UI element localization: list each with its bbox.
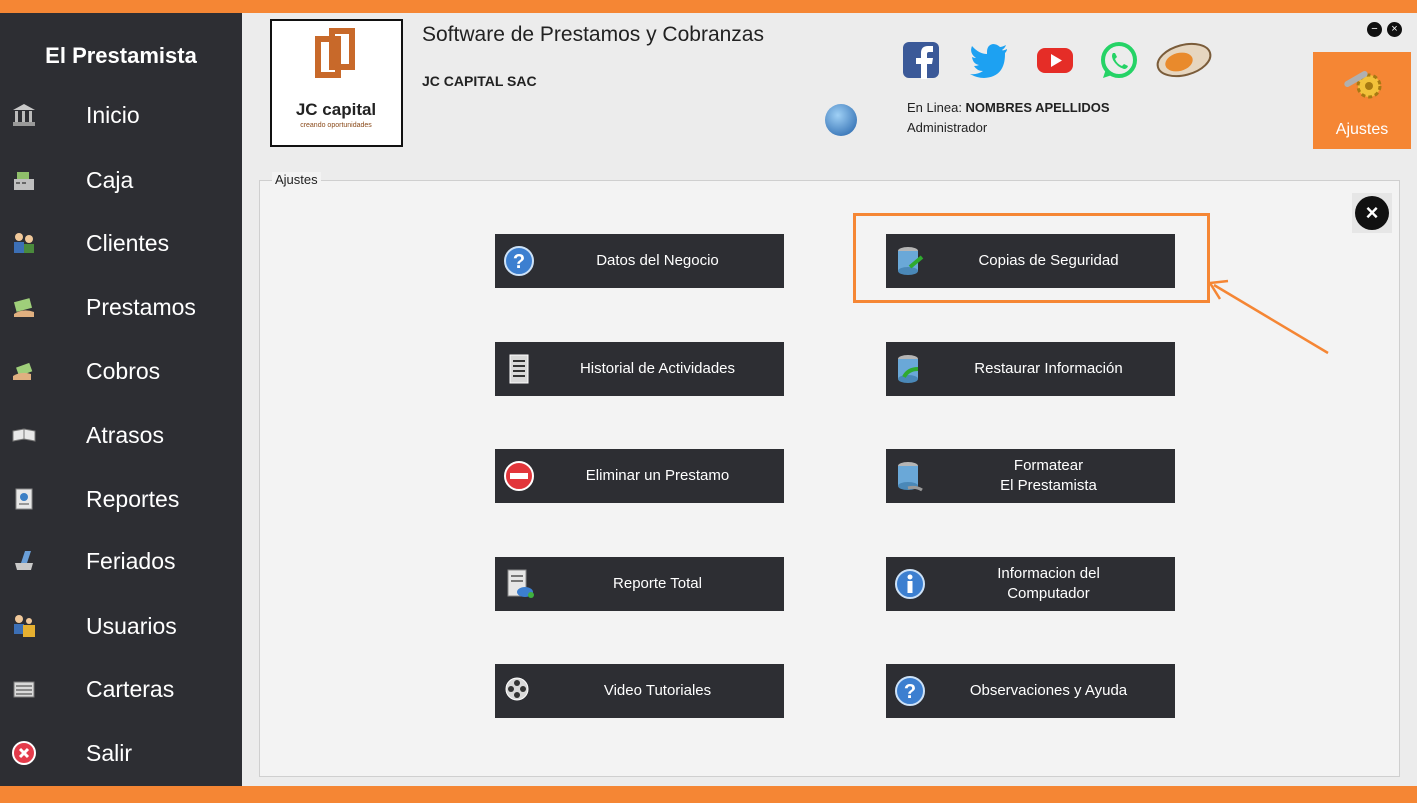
gear-icon (1341, 64, 1385, 107)
sidebar-item-label: Inicio (86, 101, 140, 128)
format-app-button[interactable]: Formatear El Prestamista (886, 449, 1175, 503)
main-area: JC capital creando oportunidades Softwar… (242, 13, 1417, 786)
panel-title: Ajustes (272, 172, 321, 187)
cash-register-icon (10, 166, 38, 194)
sidebar-item-label: Caja (86, 166, 134, 193)
video-tutorials-button[interactable]: Video Tutoriales (495, 664, 784, 718)
sidebar-item-label: Salir (86, 739, 133, 766)
sidebar-item-label: Prestamos (86, 293, 196, 320)
observations-help-button[interactable]: ? Observaciones y Ayuda (886, 664, 1175, 718)
portfolio-icon (10, 675, 38, 703)
sidebar-item-label: Usuarios (86, 612, 177, 639)
settings-label: Ajustes (1335, 121, 1389, 138)
online-status: En Linea: NOMBRES APELLIDOS (907, 100, 1110, 115)
business-data-button[interactable]: ? Datos del Negocio (495, 234, 784, 288)
exit-icon (10, 739, 38, 767)
film-icon (503, 675, 535, 707)
company-logo: JC capital creando oportunidades (270, 19, 403, 147)
sidebar-item-clientes[interactable]: Clientes (0, 215, 242, 271)
sidebar-item-label: Clientes (86, 229, 170, 256)
facebook-icon[interactable] (902, 41, 940, 79)
sidebar-item-cobros[interactable]: Cobros (0, 343, 242, 399)
youtube-icon[interactable] (1035, 41, 1073, 79)
logo-brand: JC capital (296, 100, 376, 119)
restore-info-button[interactable]: Restaurar Información (886, 342, 1175, 396)
delete-icon (503, 460, 535, 492)
users-icon (10, 612, 38, 640)
close-icon: × (1355, 196, 1389, 230)
sidebar-item-salir[interactable]: Salir (0, 725, 242, 781)
sidebar: El Prestamista Inicio Caja Clientes Pres… (0, 13, 242, 786)
button-label: Eliminar un Prestamo (585, 467, 730, 484)
button-label: Informacion del Computador (997, 565, 1100, 602)
sidebar-item-carteras[interactable]: Carteras (0, 661, 242, 717)
activity-history-button[interactable]: Historial de Actividades (495, 342, 784, 396)
total-report-button[interactable]: Reporte Total (495, 557, 784, 611)
sidebar-item-prestamos[interactable]: Prestamos (0, 279, 242, 335)
sidebar-item-label: Cobros (86, 357, 161, 384)
button-label: Observaciones y Ayuda (969, 682, 1128, 699)
header: JC capital creando oportunidades Softwar… (242, 13, 1417, 150)
clients-icon (10, 229, 38, 257)
sidebar-item-inicio[interactable]: Inicio (0, 87, 242, 143)
minimize-icon[interactable]: − (1367, 22, 1382, 37)
restore-icon (894, 353, 926, 385)
bank-icon (10, 101, 38, 129)
top-accent-bar (0, 0, 1417, 13)
sidebar-item-label: Carteras (86, 675, 175, 702)
company-name: JC CAPITAL SAC (422, 73, 537, 89)
twitter-icon[interactable] (969, 41, 1007, 79)
close-panel-button[interactable]: × (1352, 193, 1392, 233)
logo-tagline: creando oportunidades (300, 122, 372, 129)
online-prefix: En Linea: (907, 100, 966, 115)
format-icon (894, 460, 926, 492)
bottom-accent-bar (0, 786, 1417, 803)
app-title: Software de Prestamos y Cobranzas (422, 23, 764, 46)
sidebar-item-label: Reportes (86, 485, 180, 512)
delete-loan-button[interactable]: Eliminar un Prestamo (495, 449, 784, 503)
online-user: NOMBRES APELLIDOS (965, 100, 1110, 115)
sidebar-item-atrasos[interactable]: Atrasos (0, 407, 242, 463)
history-icon (503, 353, 535, 385)
close-window-icon[interactable]: × (1387, 22, 1402, 37)
button-label: Reporte Total (613, 575, 702, 592)
button-label: Video Tutoriales (603, 682, 712, 699)
highlight-box (853, 213, 1210, 303)
info-icon (894, 568, 926, 600)
settings-button[interactable]: Ajustes (1313, 52, 1411, 149)
help-icon: ? (503, 245, 535, 277)
button-label: Historial de Actividades (579, 360, 736, 377)
sidebar-item-label: Feriados (86, 547, 176, 574)
delay-icon (10, 421, 38, 449)
app-name: El Prestamista (45, 43, 197, 68)
button-label: Restaurar Información (974, 360, 1123, 377)
button-label: Formatear El Prestamista (1000, 457, 1097, 494)
sidebar-item-usuarios[interactable]: Usuarios (0, 598, 242, 654)
user-role: Administrador (907, 120, 988, 135)
sidebar-item-reportes[interactable]: Reportes (0, 471, 242, 527)
sidebar-item-label: Atrasos (86, 421, 164, 448)
refresh-icon[interactable] (825, 104, 857, 136)
svg-text:?: ? (513, 251, 525, 273)
annotation-arrow (1207, 279, 1329, 355)
holiday-icon (10, 547, 38, 575)
payment-icon (10, 357, 38, 385)
svg-text:?: ? (904, 681, 916, 703)
sidebar-item-feriados[interactable]: Feriados (0, 533, 242, 589)
computer-info-button[interactable]: Informacion del Computador (886, 557, 1175, 611)
mouse-icon[interactable] (1155, 41, 1213, 79)
settings-panel: Ajustes × ? Datos del Negocio Historial … (259, 172, 1400, 777)
sidebar-item-caja[interactable]: Caja (0, 152, 242, 208)
button-label: Datos del Negocio (596, 252, 719, 269)
whatsapp-icon[interactable] (1099, 41, 1137, 79)
help-icon: ? (894, 675, 926, 707)
report-icon (10, 485, 38, 513)
loan-icon (10, 293, 38, 321)
total-report-icon (503, 568, 535, 600)
